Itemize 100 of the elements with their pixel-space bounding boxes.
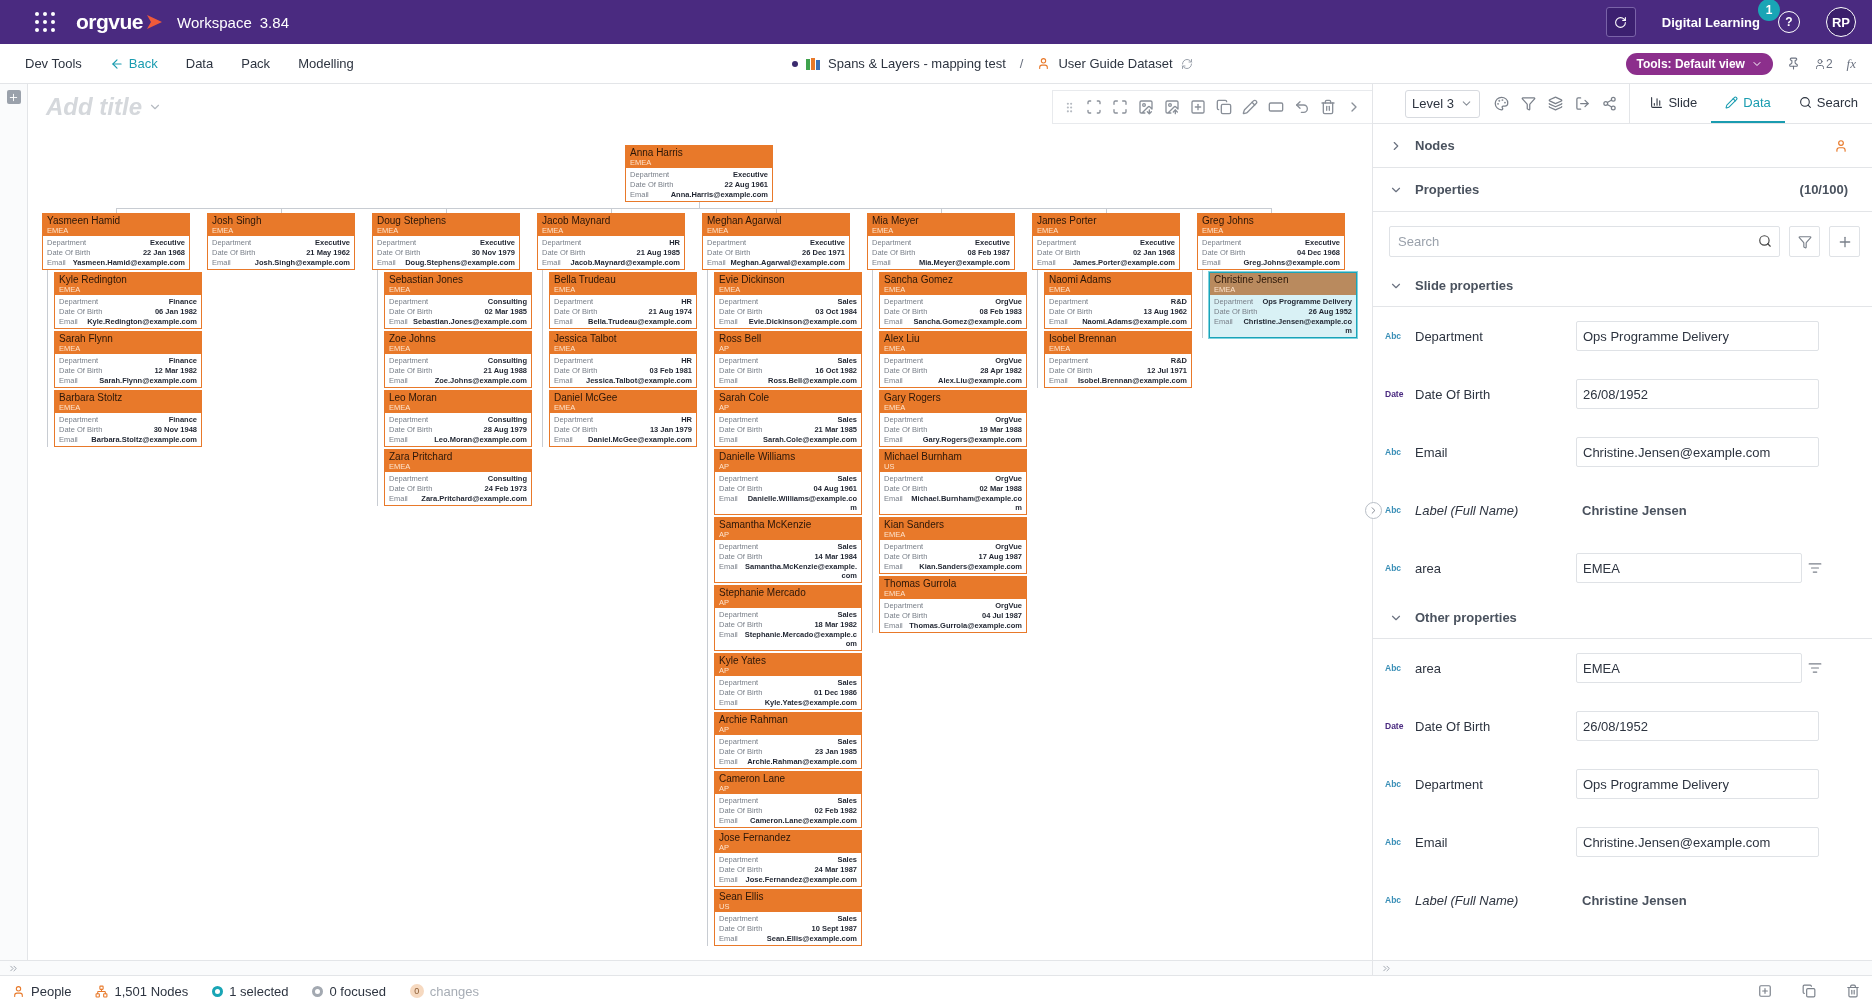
value-field[interactable]: 26/08/1952 [1576,379,1819,409]
node-name: Isobel Brennan [1049,333,1118,344]
add-square-icon[interactable] [1758,984,1772,998]
scan-button[interactable] [1086,99,1102,115]
node-name: Kian Sanders [884,519,946,530]
node-name: Kyle Redington [59,274,128,285]
logo-text: orgvue [76,10,143,34]
rectangle-button[interactable] [1268,99,1284,115]
node-name: Meghan Agarwal [707,215,783,226]
nav-link[interactable]: Data [185,56,214,71]
property-label: Label (Full Name) [1415,892,1520,908]
node-name: Naomi Adams [1049,274,1113,285]
palette-icon[interactable] [1493,96,1509,111]
node-name: Evie Dickinson [719,274,786,285]
node-name: Leo Moran [389,392,438,403]
expand-icon [1112,99,1128,115]
collapse-handle[interactable] [1365,502,1382,519]
copy-icon[interactable] [1802,984,1816,998]
node-name: Kyle Yates [719,655,767,666]
project-link[interactable]: Spans & Layers - mapping test [828,56,1006,71]
pencil-icon [1242,99,1258,115]
type-tag: Abc [1385,331,1415,341]
filter-button[interactable] [1789,226,1820,257]
level-select[interactable]: Level 3 [1405,89,1480,118]
collaborators-count[interactable]: 2 [1813,56,1833,71]
undo-icon [1294,99,1310,115]
search-icon [1798,96,1812,109]
person-icon[interactable] [1834,138,1848,153]
refresh-button[interactable] [1605,7,1636,37]
node-name: Sean Ellis [719,891,765,902]
type-tag: Date [1385,721,1415,731]
property-value: Christine Jensen [1581,502,1687,518]
list-filter-button[interactable] [1808,661,1822,675]
copy-icon [1216,99,1232,115]
list-filter-icon [1808,661,1822,675]
status-text: 1,501 Nodes [114,983,189,999]
node-name: Zoe Johns [389,333,437,344]
dataset-link[interactable]: User Guide Dataset [1058,56,1173,71]
status-text: People [31,983,72,999]
list-filter-icon [1808,561,1822,575]
rectangle-icon [1268,99,1284,115]
value-field[interactable]: Ops Programme Delivery [1576,769,1819,799]
search-field[interactable]: Search [1389,226,1780,257]
value-field[interactable]: Christine.Jensen@example.com [1576,437,1819,467]
image-button[interactable] [1164,99,1180,115]
copy-button[interactable] [1216,99,1232,115]
user-menu[interactable]: Digital Learning [1661,14,1760,30]
add-square-icon [1190,99,1206,115]
list-filter-button[interactable] [1808,561,1822,575]
export-icon[interactable] [1574,96,1590,111]
edit-button[interactable] [1242,99,1258,115]
type-tag: Abc [1385,505,1415,515]
value-field[interactable]: Christine.Jensen@example.com [1576,827,1819,857]
node-name: Thomas Gurrola [884,578,958,589]
undo-button[interactable] [1294,99,1310,115]
add-button[interactable] [6,90,21,104]
node-name: Danielle Williams [719,451,797,462]
value-field[interactable]: EMEA [1576,653,1802,683]
panel-tab[interactable]: Search [1784,84,1872,123]
node-name: Michael Burnham [884,451,963,462]
person-icon [1037,57,1051,70]
panel-tab[interactable]: Slide [1636,84,1712,123]
node-name: Archie Rahman [719,714,789,725]
property-label: Email [1415,444,1449,460]
property-label: Label (Full Name) [1415,502,1520,518]
node-name: Bella Trudeau [554,274,617,285]
property-label: Date Of Birth [1415,718,1492,734]
nav-link[interactable]: Dev Tools [25,56,82,71]
pin-icon[interactable] [1786,57,1800,70]
property-label: area [1415,560,1443,576]
user-avatar[interactable]: RP [1826,7,1856,37]
node-name: Zara Pritchard [389,451,454,462]
status-text: changes [429,983,479,999]
view-dropdown[interactable]: Tools: Default view [1626,52,1773,75]
add-button[interactable] [1190,99,1206,115]
version-text: 3.84 [259,13,289,31]
formula-button[interactable]: fx [1846,55,1856,72]
filter-icon[interactable] [1520,96,1536,111]
section-title: Properties [1415,182,1480,197]
nav-link[interactable]: Modelling [298,56,354,71]
apps-grid-icon[interactable] [34,11,56,33]
node-name: James Porter [1037,215,1098,226]
share-icon[interactable] [1601,96,1617,111]
layers-icon[interactable] [1547,96,1563,111]
value-field[interactable]: Ops Programme Delivery [1576,321,1819,351]
value-field[interactable]: EMEA [1576,553,1802,583]
delete-button[interactable] [1320,99,1336,115]
expand-button[interactable] [1112,99,1128,115]
filter-icon [1797,234,1812,249]
sync-icon[interactable] [1180,57,1193,70]
value-field[interactable]: 26/08/1952 [1576,711,1819,741]
nav-link[interactable]: Pack [241,56,271,71]
image-button[interactable] [1138,99,1154,115]
image-icon [1164,99,1180,115]
node-name: Sancha Gomez [884,274,954,285]
trash-icon[interactable] [1846,984,1860,998]
logo-icon [145,13,163,31]
node-name: Jacob Maynard [542,215,612,226]
product-name: Workspace [177,13,252,31]
nodes-icon [95,984,109,998]
